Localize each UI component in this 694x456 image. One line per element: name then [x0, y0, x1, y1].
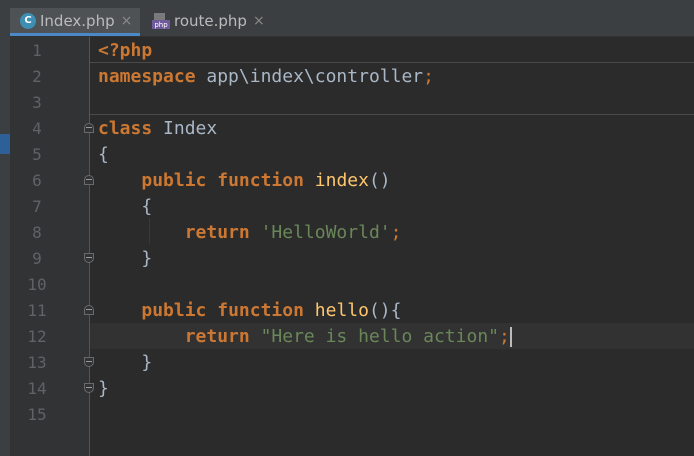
- line-number: 3: [32, 93, 42, 112]
- close-icon[interactable]: ×: [121, 13, 133, 29]
- class-name: Index: [152, 118, 218, 139]
- line-number: 11: [27, 301, 47, 320]
- tool-window-strip: [0, 0, 10, 456]
- code-line-11: public function hello(){: [98, 298, 401, 324]
- parens: (): [368, 170, 391, 191]
- code-editor[interactable]: <?php namespace app\index\controller; cl…: [90, 37, 694, 456]
- php-file-icon: php: [152, 12, 170, 30]
- parens: (){: [368, 300, 402, 321]
- brace: }: [141, 352, 153, 373]
- line-number: 7: [32, 197, 42, 216]
- line-number: 10: [27, 275, 47, 294]
- line-number: 5: [32, 145, 42, 164]
- code-line-5: {: [98, 142, 109, 168]
- line-number: 2: [32, 67, 42, 86]
- close-icon[interactable]: ×: [253, 13, 265, 29]
- tab-label: Index.php: [40, 11, 115, 30]
- line-number: 8: [32, 223, 42, 242]
- tab-route-php[interactable]: php route.php ×: [144, 8, 272, 34]
- code-line-8: return 'HelloWorld';: [98, 220, 402, 246]
- code-line-14: }: [98, 376, 109, 402]
- brace: }: [98, 378, 109, 399]
- brace: {: [98, 144, 109, 165]
- code-line-13: }: [98, 350, 152, 376]
- keyword: return: [184, 222, 250, 243]
- tab-label: route.php: [174, 12, 247, 30]
- function-name: hello: [314, 300, 369, 321]
- line-number: 14: [27, 379, 47, 398]
- text-caret: [509, 327, 512, 347]
- code-line-1: <?php: [98, 38, 152, 64]
- editor-tab-bar: C Index.php × php route.php ×: [10, 0, 694, 37]
- svg-text:php: php: [154, 21, 168, 29]
- code-line-4: class Index: [98, 116, 217, 142]
- tool-window-marker[interactable]: [0, 134, 10, 154]
- code-line-6: public function index(): [98, 168, 391, 194]
- function-name: index: [314, 170, 369, 191]
- line-number: 6: [32, 171, 42, 190]
- keyword: function: [217, 300, 304, 321]
- code-line-12: return "Here is hello action";: [98, 324, 512, 350]
- line-number: 15: [27, 405, 47, 424]
- semicolon: ;: [423, 66, 434, 87]
- namespace-path: app\index\controller: [195, 66, 424, 87]
- keyword: class: [98, 118, 153, 139]
- line-number: 9: [32, 249, 42, 268]
- tab-index-php[interactable]: C Index.php ×: [10, 8, 140, 36]
- php-class-icon: C: [20, 12, 36, 29]
- keyword: namespace: [98, 66, 196, 87]
- keyword: public: [141, 170, 207, 191]
- line-number: 4: [32, 119, 42, 138]
- string-literal: "Here is hello action": [260, 326, 499, 347]
- keyword: return: [184, 326, 250, 347]
- keyword: public: [141, 300, 207, 321]
- semicolon: ;: [499, 326, 510, 347]
- string-literal: 'HelloWorld': [260, 222, 391, 243]
- code-line-2: namespace app\index\controller;: [98, 64, 434, 90]
- code-line-7: {: [98, 194, 152, 220]
- line-number: 13: [27, 353, 47, 372]
- brace: {: [141, 196, 153, 217]
- semicolon: ;: [390, 222, 402, 243]
- line-number: 12: [27, 327, 47, 346]
- keyword: function: [217, 170, 304, 191]
- php-open-tag: <?php: [98, 40, 153, 61]
- code-line-9: }: [98, 246, 152, 272]
- line-number: 1: [32, 41, 42, 60]
- brace: }: [141, 248, 153, 269]
- line-number-gutter[interactable]: 1 2 3 4 5 6 7 8 9 10 11 12 13 14 15: [10, 37, 90, 456]
